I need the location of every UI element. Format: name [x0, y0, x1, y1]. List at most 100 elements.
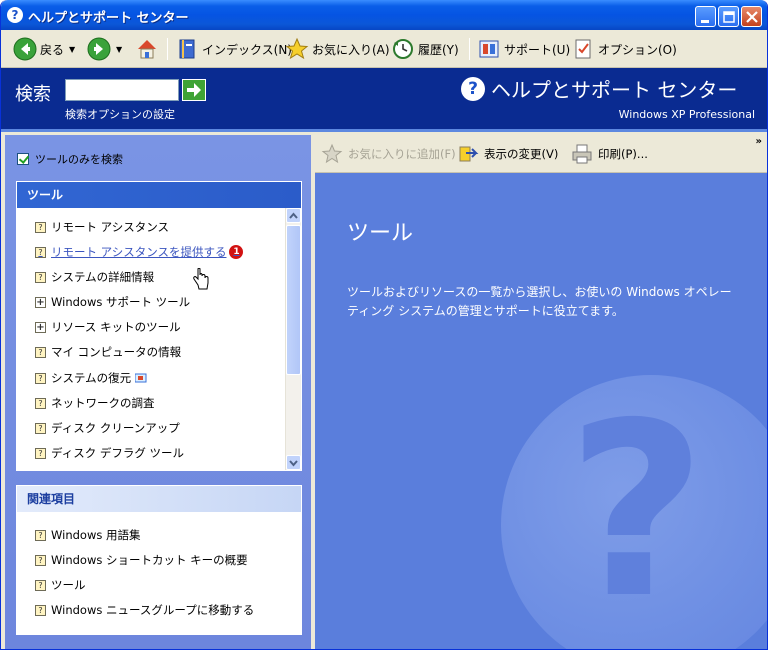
help-page-icon: ? — [35, 372, 46, 384]
tool-item-system-restore[interactable]: ? システムの復元 — [35, 369, 147, 387]
favorites-button[interactable]: お気に入り(A) — [285, 36, 390, 62]
minimize-icon — [701, 20, 709, 23]
tool-item-label: リソース キットのツール — [51, 320, 181, 334]
help-center-logo-icon: ? — [461, 77, 485, 101]
content-title: ツール — [347, 221, 414, 246]
related-topics-panel: 関連項目 ? Windows 用語集 ? Windows ショートカット キーの… — [16, 485, 302, 635]
tools-only-checkbox[interactable] — [17, 153, 29, 165]
options-label: オプション(O) — [598, 42, 677, 57]
related-topics-title: 関連項目 — [17, 486, 301, 512]
maximize-icon — [723, 11, 735, 23]
help-page-icon: ? — [35, 529, 46, 541]
options-checklist-icon — [575, 39, 591, 59]
related-item-label: Windows 用語集 — [51, 528, 141, 542]
toolbar-separator — [469, 38, 470, 60]
main-toolbar: 戻る ▼ ▼ インデックス(N) お気に入り(A) 履歴(Y) サポート(U) — [1, 30, 767, 68]
tool-item-label: ネットワークの調査 — [51, 396, 155, 410]
tools-panel-scrollbar[interactable] — [285, 208, 301, 470]
help-center-window: ? ヘルプとサポート センター 戻る ▼ ▼ インデックス(N) お気に入り(A… — [0, 0, 768, 650]
tool-item-offer-remote-assistance[interactable]: ? リモート アシスタンスを提供する 1 — [35, 243, 244, 261]
callout-badge: 1 — [229, 245, 244, 259]
help-center-heading: ヘルプとサポート センター — [491, 78, 738, 102]
print-button[interactable]: 印刷(P)... — [571, 143, 648, 165]
chevron-down-icon — [289, 460, 298, 467]
related-item-glossary[interactable]: ? Windows 用語集 — [35, 526, 141, 544]
tools-panel-title: ツール — [17, 182, 301, 208]
close-button[interactable] — [741, 6, 762, 27]
tool-item-system-info[interactable]: ? システムの詳細情報 — [35, 268, 154, 286]
minimize-button[interactable] — [695, 6, 716, 27]
help-page-icon: ? — [35, 604, 46, 616]
expand-plus-icon[interactable]: + — [35, 321, 46, 333]
tool-item-disk-cleanup[interactable]: ? ディスク クリーンアップ — [35, 419, 180, 437]
search-band: 検索 検索オプションの設定 ? ヘルプとサポート センター Windows XP… — [1, 68, 767, 132]
index-button[interactable]: インデックス(N) — [175, 36, 292, 62]
related-item-shortcut-keys[interactable]: ? Windows ショートカット キーの概要 — [35, 551, 248, 569]
tools-only-label: ツールのみを検索 — [35, 153, 123, 166]
tool-item-label: リモート アシスタンスを提供する — [51, 245, 227, 259]
back-button[interactable]: 戻る ▼ — [13, 36, 75, 62]
search-options-link[interactable]: 検索オプションの設定 — [65, 106, 175, 122]
chevron-up-icon — [289, 212, 298, 219]
support-label: サポート(U) — [504, 42, 571, 57]
help-page-icon: ? — [35, 397, 46, 409]
home-button[interactable] — [135, 36, 159, 62]
add-to-favorites-button[interactable]: お気に入りに追加(F) — [321, 143, 456, 165]
help-app-icon: ? — [7, 7, 23, 23]
toolbar-overflow-chevron[interactable]: » — [756, 136, 762, 147]
favorites-star-icon — [285, 37, 309, 60]
printer-icon — [572, 144, 592, 164]
tool-item-support-tools[interactable]: + Windows サポート ツール — [35, 293, 190, 311]
tool-item-remote-assistance[interactable]: ? リモート アシスタンス — [35, 218, 169, 236]
help-page-icon: ? — [35, 579, 46, 591]
options-button[interactable]: オプション(O) — [571, 36, 677, 62]
help-page-icon: ? — [35, 554, 46, 566]
forward-arrow-icon — [87, 37, 111, 61]
help-page-icon: ? — [35, 422, 46, 434]
related-item-newsgroups[interactable]: ? Windows ニュースグループに移動する — [35, 601, 254, 619]
related-item-tools[interactable]: ? ツール — [35, 576, 86, 594]
scroll-down-button[interactable] — [286, 455, 301, 470]
restore-icon — [135, 373, 147, 383]
expand-plus-icon[interactable]: + — [35, 296, 46, 308]
scroll-thumb[interactable] — [286, 225, 301, 375]
favorites-label: お気に入り(A) — [312, 42, 390, 57]
back-dropdown-icon[interactable]: ▼ — [69, 45, 75, 54]
title-bar[interactable]: ? ヘルプとサポート センター — [1, 0, 767, 30]
maximize-button[interactable] — [718, 6, 739, 27]
tool-item-disk-defrag[interactable]: ? ディスク デフラグ ツール — [35, 444, 184, 462]
change-view-icon — [459, 146, 479, 162]
help-page-icon: ? — [35, 221, 46, 233]
home-icon — [138, 40, 156, 59]
tool-item-label: Windows サポート ツール — [51, 295, 191, 309]
tool-item-resource-kit[interactable]: + リソース キットのツール — [35, 318, 181, 336]
change-view-label: 表示の変更(V) — [484, 147, 559, 161]
history-label: 履歴(Y) — [418, 42, 459, 57]
content-description: ツールおよびリソースの一覧から選択し、お使いの Windows オペレーティング… — [347, 285, 732, 318]
forward-dropdown-icon[interactable]: ▼ — [116, 45, 122, 54]
os-edition-label: Windows XP Professional — [618, 108, 755, 121]
content-toolbar: お気に入りに追加(F) 表示の変更(V) 印刷(P)... » — [315, 135, 767, 173]
search-input[interactable] — [65, 79, 179, 101]
change-view-button[interactable]: 表示の変更(V) — [457, 143, 558, 165]
search-go-button[interactable] — [182, 79, 206, 101]
content-pane: お気に入りに追加(F) 表示の変更(V) 印刷(P)... » ? ツール ツー… — [315, 135, 767, 649]
tool-item-my-computer-info[interactable]: ? マイ コンピュータの情報 — [35, 343, 181, 361]
index-label: インデックス(N) — [202, 42, 292, 57]
history-button[interactable]: 履歴(Y) — [391, 36, 459, 62]
tools-only-filter[interactable]: ツールのみを検索 — [17, 151, 123, 167]
print-label: 印刷(P)... — [598, 147, 648, 161]
forward-button[interactable]: ▼ — [87, 36, 122, 62]
tool-item-label: システムの復元 — [51, 371, 132, 385]
tool-item-network-diagnostics[interactable]: ? ネットワークの調査 — [35, 394, 155, 412]
hand-pointer-icon — [193, 268, 209, 290]
help-page-icon: ? — [35, 246, 46, 258]
help-page-icon: ? — [35, 346, 46, 358]
support-button[interactable]: サポート(U) — [477, 36, 570, 62]
toolbar-separator — [167, 38, 168, 60]
scroll-up-button[interactable] — [286, 208, 301, 223]
search-label: 検索 — [15, 84, 51, 105]
related-item-label: Windows ショートカット キーの概要 — [51, 553, 248, 567]
index-book-icon — [179, 39, 195, 59]
tools-panel: ツール ? リモート アシスタンス ? リモート アシスタンスを提供する 1 ?… — [16, 181, 302, 471]
